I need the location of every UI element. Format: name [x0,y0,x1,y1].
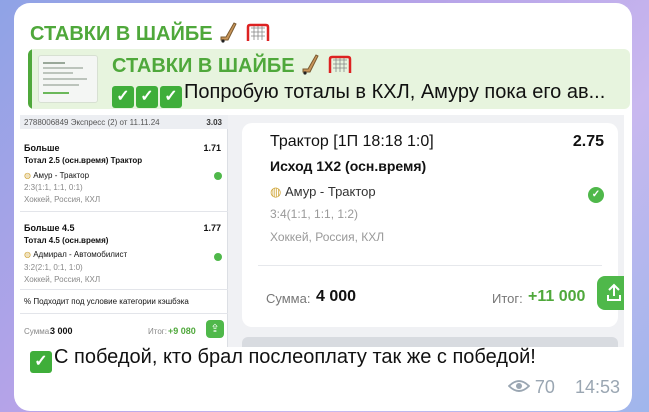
check-icon: ✓ [112,86,134,108]
hockey-stick-icon [300,53,322,81]
share-button[interactable] [597,276,624,310]
express-slip: 2788006849 Экспресс (2) от 11.11.24 3.03… [20,115,228,347]
card-score: 3:4(1:1, 1:1, 1:2) [270,207,359,221]
percent-icon: % [24,297,32,306]
reply-thumbnail [38,55,98,103]
hockey-goal-icon [246,23,270,49]
card-result-label: Итог: [492,291,523,306]
bet-type: Больше 4.5 [24,223,75,233]
check-icon: ✓ [160,86,182,108]
message-bubble: СТАВКИ В ШАЙБЕ СТАВКИ В ШАЙБЕ ✓ ✓ ✓ Попр… [14,3,632,411]
bet-league: Хоккей, Россия, КХЛ [24,275,101,284]
eye-icon [507,377,535,397]
card-result-value: +11 000 [528,288,586,305]
reply-accent-bar [28,49,32,109]
card-match: ◍ Амур - Трактор [270,184,376,199]
divider [20,289,228,290]
bet-screenshot[interactable]: 2788006849 Экспресс (2) от 11.11.24 3.03… [20,115,624,347]
card-odds: 2.75 [572,133,604,150]
divider [20,211,228,212]
reply-preview[interactable]: СТАВКИ В ШАЙБЕ ✓ ✓ ✓ Попробую тоталы в КХЛ,… [28,49,630,109]
reply-text: ✓ ✓ ✓ Попробую тоталы в КХЛ, Амуру пока его… [112,81,628,108]
bet-score: 3:2(2:1, 0:1, 1:0) [24,263,83,272]
check-icon: ✓ [30,351,52,373]
divider [258,265,602,266]
bet-market: Тотал 2.5 (осн.время) Трактор [24,156,143,165]
slip-header: 2788006849 Экспресс (2) от 11.11.24 3.03 [20,115,228,129]
bet-match: ◍ Адмирал - Автомобилист [24,250,128,259]
reply-title: СТАВКИ В ШАЙБЕ [112,53,352,81]
card-stake-label: Сумма: [266,291,311,306]
bet-score: 2:3(1:1, 1:1, 0:1) [24,183,83,192]
stake-label: Сумма: [24,327,52,336]
message-time: 14:53 [574,376,620,397]
message-text: ✓ С победой, кто брал послеоплату так же … [30,346,536,373]
bet-market: Тотал 4.5 (осн.время) [24,236,109,245]
ball-icon: ◍ [24,250,31,259]
divider [20,313,228,314]
bet-type: Больше [24,143,60,153]
channel-name[interactable]: СТАВКИ В ШАЙБЕ [30,21,270,49]
check-icon: ✓ [588,187,604,203]
card-stake-value: 4 000 [316,288,357,305]
bet-odds: 1.77 [203,223,221,233]
result-label: Итог: [148,327,167,336]
ball-icon: ◍ [270,184,282,199]
share-button[interactable]: ⇪ [206,320,224,338]
bet-league: Хоккей, Россия, КХЛ [24,195,101,204]
bet-card: Трактор [1П 18:18 1:0] 2.75 Исход 1Х2 (о… [242,123,618,327]
view-count: 70 [534,376,555,397]
card-league: Хоккей, Россия, КХЛ [270,230,385,244]
card-title: Трактор [1П 18:18 1:0] [270,133,434,150]
card-market: Исход 1Х2 (осн.время) [270,158,427,174]
stake-value: 3 000 [50,326,73,336]
ball-icon: ◍ [24,171,31,180]
hockey-goal-icon [328,55,352,81]
share-icon: ⇪ [210,323,220,335]
bet-match: ◍ Амур - Трактор [24,171,90,180]
share-icon [607,283,621,301]
check-icon: ✓ [136,86,158,108]
message-meta: 70 14:53 [507,376,620,398]
bet-odds: 1.71 [203,143,221,153]
check-icon [214,253,222,261]
hockey-stick-icon [218,21,240,49]
cashback-note: % Подходит под условие категории кэшбэка [24,297,189,306]
result-value: +9 080 [168,326,196,336]
check-icon [214,172,222,180]
